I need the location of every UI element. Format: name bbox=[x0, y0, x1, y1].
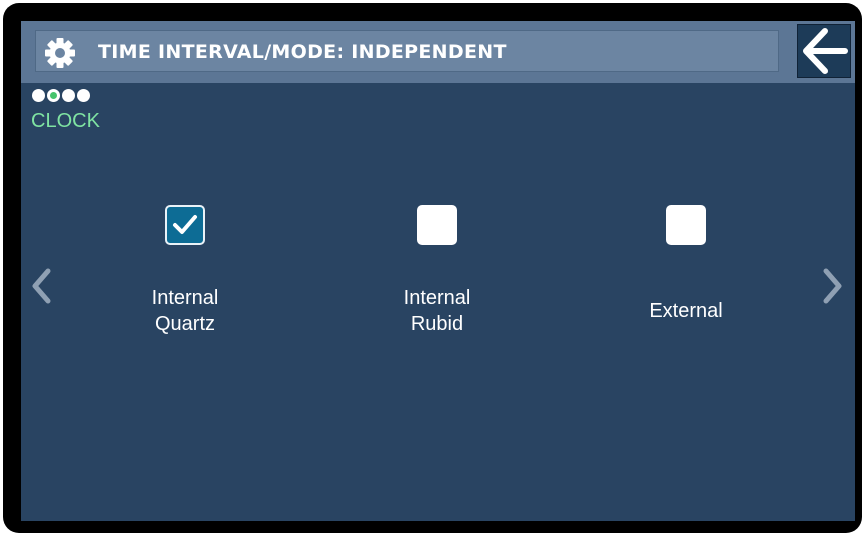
screen: TIME INTERVAL/MODE: INDEPENDENT CLOCK In… bbox=[21, 21, 855, 521]
page-indicator bbox=[32, 89, 90, 102]
option-external[interactable]: External bbox=[586, 205, 786, 324]
page-dot bbox=[32, 89, 45, 102]
header-bar: TIME INTERVAL/MODE: INDEPENDENT bbox=[21, 21, 855, 83]
option-label: Internal Quartz bbox=[151, 287, 219, 335]
back-button[interactable] bbox=[797, 24, 851, 78]
checkbox[interactable] bbox=[417, 205, 457, 245]
page-dot bbox=[47, 89, 60, 102]
checkmark-icon bbox=[173, 215, 197, 234]
option-label: Internal Rubid bbox=[403, 287, 471, 335]
checkbox[interactable] bbox=[165, 205, 205, 245]
option-label: External bbox=[649, 300, 723, 322]
device-bezel: TIME INTERVAL/MODE: INDEPENDENT CLOCK In… bbox=[3, 3, 862, 533]
chevron-left-icon[interactable] bbox=[29, 268, 53, 304]
chevron-right-icon[interactable] bbox=[821, 268, 845, 304]
page-dot bbox=[77, 89, 90, 102]
option-internal-quartz[interactable]: Internal Quartz bbox=[85, 205, 285, 337]
page-dot bbox=[62, 89, 75, 102]
mode-label: CLOCK bbox=[31, 110, 100, 132]
arrow-left-icon bbox=[803, 28, 848, 74]
gear-icon[interactable] bbox=[44, 37, 76, 69]
title-box: TIME INTERVAL/MODE: INDEPENDENT bbox=[35, 30, 779, 72]
option-internal-rubid[interactable]: Internal Rubid bbox=[337, 205, 537, 337]
page-title: TIME INTERVAL/MODE: INDEPENDENT bbox=[98, 41, 507, 63]
checkbox[interactable] bbox=[666, 205, 706, 245]
